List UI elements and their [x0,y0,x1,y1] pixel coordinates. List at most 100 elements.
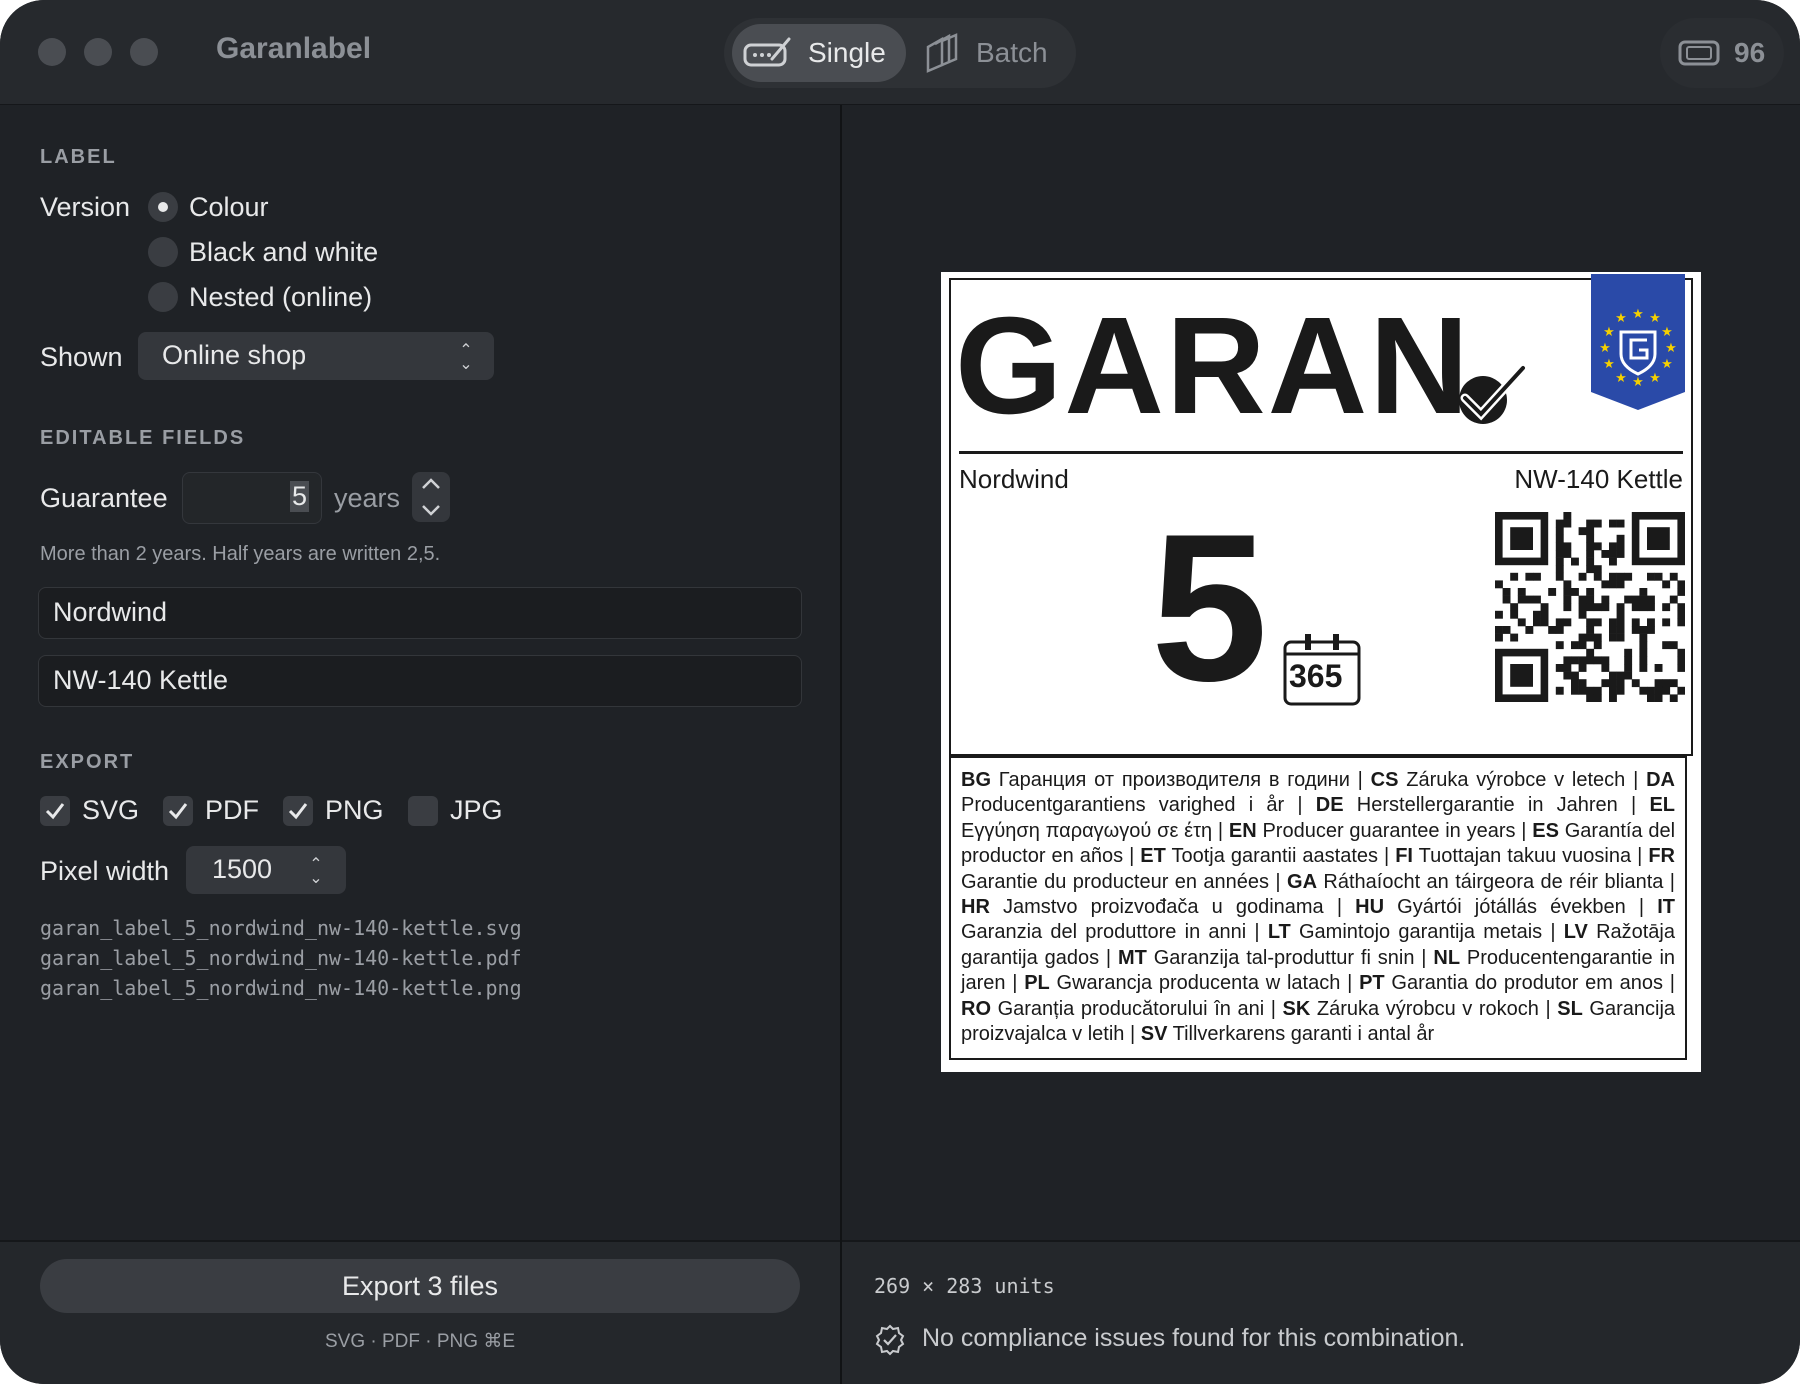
guarantee-stepper[interactable] [412,472,450,522]
label-translations: BG Гаранция от производителя в години | … [949,756,1687,1060]
model-input-value: NW-140 Kettle [53,665,229,695]
output-file-pdf: garan_label_5_nordwind_nw-140-kettle.pdf [40,946,522,970]
lang-text: Гаранция от производителя в години [991,769,1350,791]
credits-indicator[interactable]: 96 [1660,18,1784,88]
svg-text:★: ★ [1632,375,1644,390]
guarantee-hint: More than 2 years. Half years are writte… [40,543,441,565]
chevron-updown-icon: ⌃ ⌄ [309,856,323,887]
export-button[interactable]: Export 3 files [40,1259,800,1313]
radio-colour-label[interactable]: Colour [189,192,269,223]
label-years-number: 5 [1151,490,1268,725]
label-rule [959,451,1683,454]
pen-label-icon [743,37,791,67]
export-bar: Export 3 files SVG · PDF · PNG ⌘E [0,1240,840,1384]
eu-shield-icon: ★ ★★★ ★★★★ ★★★★ [1591,274,1685,410]
lang-code: FR [1648,845,1675,868]
svg-text:★: ★ [1632,307,1644,322]
label-preview: GARAN ★ ★ ★ ★ ★ ★ ★ ★ ★ ★ ★ ★ Nordwind NW-140 Ket… [941,272,1701,1072]
chevron-up-icon[interactable] [412,472,450,497]
credits-count: 96 [1734,37,1766,68]
checkbox-pdf[interactable] [163,796,193,826]
radio-nested-online[interactable] [148,282,178,312]
export-shortcut-hint: SVG · PDF · PNG ⌘E [324,1331,516,1352]
lang-text: Tootja garantii aastates [1165,845,1379,868]
mode-switch: Single Batch [724,18,1076,88]
lang-code: EN [1228,819,1257,842]
radio-black-white[interactable] [148,237,178,267]
shield-check-icon [875,1324,905,1356]
checkbox-svg-label[interactable]: SVG [82,795,139,826]
lang-text: Gwarancja producenta w latach [1049,972,1341,995]
lang-code: HR [961,896,990,919]
label-section-heading: LABEL [40,146,117,168]
lang-text: Garanzija tal-produttur fi snin [1146,946,1415,969]
shown-label: Shown [40,342,123,372]
minimize-window-button[interactable] [84,38,112,66]
editable-fields-heading: EDITABLE FIELDS [40,427,246,449]
checkbox-jpg-label[interactable]: JPG [450,795,503,826]
radio-colour[interactable] [148,192,178,222]
svg-text:★: ★ [1615,311,1627,326]
lang-code: LT [1267,921,1291,944]
svg-text:★: ★ [1603,325,1615,340]
shown-select[interactable]: Online shop ⌃ ⌄ [138,332,494,380]
lang-code: SK [1282,997,1311,1020]
check-seal-icon [1459,363,1528,424]
checkbox-jpg[interactable] [408,796,438,826]
checkmark-icon [45,803,65,820]
lang-code: CS [1370,769,1399,791]
lang-text: Garanzia del produttore in anni [961,921,1247,944]
guarantee-label: Guarantee [40,483,168,513]
lang-code: IT [1657,896,1676,919]
checkbox-svg[interactable] [40,796,70,826]
model-input[interactable]: NW-140 Kettle [38,655,802,707]
radio-nested-online-label[interactable]: Nested (online) [189,282,372,313]
lang-code: PT [1359,972,1385,995]
chevron-down-icon[interactable] [412,497,450,522]
lang-code: SV [1140,1023,1168,1046]
app-title: Garanlabel [216,32,372,65]
lang-text: Garantie du producteur en années [961,870,1270,893]
label-brand: Nordwind [959,464,1069,494]
label-dimensions: 269 × 283 units [874,1274,1055,1298]
guarantee-years-value: 5 [289,481,309,512]
qr-code [1495,512,1685,702]
ticket-icon [1678,40,1720,66]
panel-divider [840,105,842,1384]
svg-text:★: ★ [1649,311,1661,326]
checkbox-pdf-label[interactable]: PDF [205,795,259,826]
lang-code: FI [1395,845,1413,868]
lang-code: SL [1557,997,1583,1020]
close-window-button[interactable] [38,38,66,66]
lang-text: Gamintojo garantija metais [1290,921,1543,944]
batch-mode-button[interactable]: Batch [918,24,1068,82]
checkbox-png[interactable] [283,796,313,826]
export-section-heading: EXPORT [40,751,135,773]
pixel-width-select[interactable]: 1500 ⌃ ⌄ [186,846,346,894]
svg-text:★: ★ [1649,371,1661,386]
lang-code: NL [1433,946,1461,969]
zoom-window-button[interactable] [130,38,158,66]
lang-text: Záruka výrobcu v rokoch [1310,997,1539,1020]
checkbox-png-label[interactable]: PNG [325,795,384,826]
guarantee-years-input[interactable]: 5 [182,472,322,524]
radio-black-white-label[interactable]: Black and white [189,237,378,268]
lang-text: Tuottajan takuu vuosina [1413,845,1632,868]
guarantee-unit: years [334,483,401,513]
lang-code: BG [961,769,991,791]
lang-code: ET [1140,845,1166,868]
brand-input[interactable]: Nordwind [38,587,802,639]
output-file-svg: garan_label_5_nordwind_nw-140-kettle.svg [40,916,522,940]
lang-code: DA [1646,769,1675,791]
lang-text: Garanția producătorului în ani [991,997,1265,1020]
batch-mode-label: Batch [976,37,1048,68]
lang-code: PL [1024,972,1050,995]
label-model: NW-140 Kettle [1514,464,1683,494]
checkmark-icon [288,803,308,820]
single-mode-button[interactable]: Single [732,24,906,82]
svg-text:★: ★ [1599,341,1611,356]
app-window: Garanlabel Single Batch 96 LABEL Version… [0,0,1800,1384]
pixel-width-label: Pixel width [40,856,170,886]
chevron-updown-icon: ⌃ ⌄ [459,342,473,373]
lang-text: Jamstvo proizvođača u godinama [989,896,1324,919]
